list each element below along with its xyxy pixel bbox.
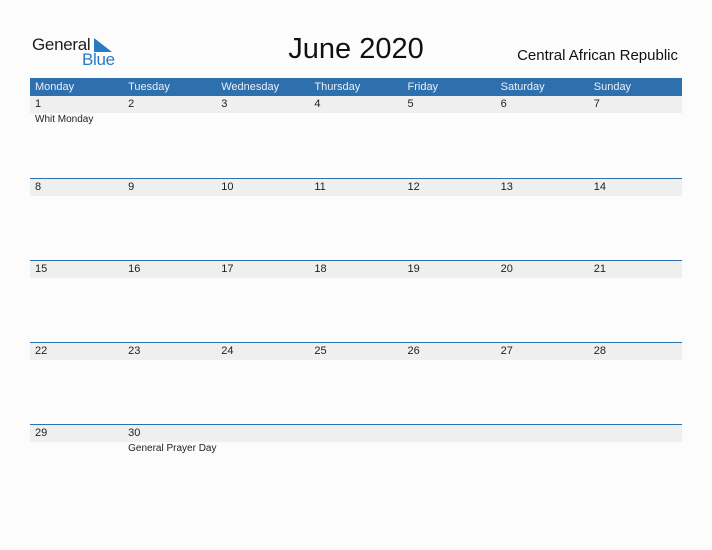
date-strip: 29 30	[30, 425, 682, 442]
day-number: 13	[500, 181, 513, 193]
day-number: 14	[593, 181, 606, 193]
day-number	[589, 425, 682, 442]
day-number: 23	[128, 345, 141, 357]
holiday-label	[589, 113, 682, 127]
day-number: 4	[314, 98, 321, 110]
date-strip: 8 9 10 11 12 13 14	[30, 179, 682, 196]
holiday-label	[589, 442, 682, 456]
holiday-label	[309, 442, 402, 456]
day-number: 16	[128, 263, 141, 275]
day-number: 30	[128, 427, 141, 439]
weekday-tuesday: Tuesday	[128, 81, 170, 93]
day-number: 22	[35, 345, 48, 357]
holiday-label	[309, 113, 402, 127]
holiday-label: General Prayer Day	[128, 443, 217, 454]
day-number	[403, 425, 496, 442]
week-row: 22 23 24 25 26 27 28	[30, 342, 682, 424]
day-number: 24	[221, 345, 234, 357]
day-number	[309, 425, 402, 442]
holiday-label: Whit Monday	[35, 114, 94, 125]
week-row: 15 16 17 18 19 20 21	[30, 260, 682, 342]
holiday-label	[403, 113, 496, 127]
day-number: 21	[593, 263, 606, 275]
holiday-label	[123, 113, 216, 127]
holiday-label	[216, 442, 309, 456]
date-strip: 22 23 24 25 26 27 28	[30, 343, 682, 360]
day-number: 1	[35, 98, 42, 110]
country-label: Central African Republic	[517, 47, 678, 64]
events-row: Whit Monday	[30, 113, 682, 127]
day-number: 12	[407, 181, 420, 193]
day-number: 2	[128, 98, 135, 110]
day-number: 19	[407, 263, 420, 275]
week-row: 29 30 General Prayer Day	[30, 424, 682, 506]
holiday-label	[496, 113, 589, 127]
holiday-label	[30, 442, 123, 456]
week-row: 8 9 10 11 12 13 14	[30, 178, 682, 260]
day-number: 26	[407, 345, 420, 357]
day-number: 11	[314, 181, 326, 193]
day-number	[216, 425, 309, 442]
date-strip: 15 16 17 18 19 20 21	[30, 261, 682, 278]
weekday-friday: Friday	[407, 81, 439, 93]
weekday-header: Monday Tuesday Wednesday Thursday Friday…	[30, 78, 682, 96]
holiday-label	[496, 442, 589, 456]
day-number: 6	[500, 98, 507, 110]
day-number: 10	[221, 181, 234, 193]
day-number: 17	[221, 263, 234, 275]
day-number: 27	[500, 345, 513, 357]
day-number: 8	[35, 181, 42, 193]
day-number: 7	[593, 98, 600, 110]
holiday-label	[216, 113, 309, 127]
weekday-thursday: Thursday	[314, 81, 361, 93]
day-number: 29	[35, 427, 48, 439]
holiday-label	[403, 442, 496, 456]
day-number: 3	[221, 98, 228, 110]
calendar-grid: Monday Tuesday Wednesday Thursday Friday…	[30, 78, 682, 506]
day-number: 18	[314, 263, 327, 275]
day-number: 20	[500, 263, 513, 275]
day-number	[496, 425, 589, 442]
weekday-wednesday: Wednesday	[221, 81, 280, 93]
weekday-sunday: Sunday	[593, 81, 632, 93]
day-number: 15	[35, 263, 48, 275]
day-number: 5	[407, 98, 414, 110]
day-number: 25	[314, 345, 327, 357]
day-number: 9	[128, 181, 135, 193]
week-row: 1 2 3 4 5 6 7 Whit Monday	[30, 96, 682, 178]
weekday-monday: Monday	[35, 81, 75, 93]
weekday-saturday: Saturday	[500, 81, 545, 93]
events-row: General Prayer Day	[30, 442, 682, 456]
day-number: 28	[593, 345, 606, 357]
date-strip: 1 2 3 4 5 6 7	[30, 96, 682, 113]
